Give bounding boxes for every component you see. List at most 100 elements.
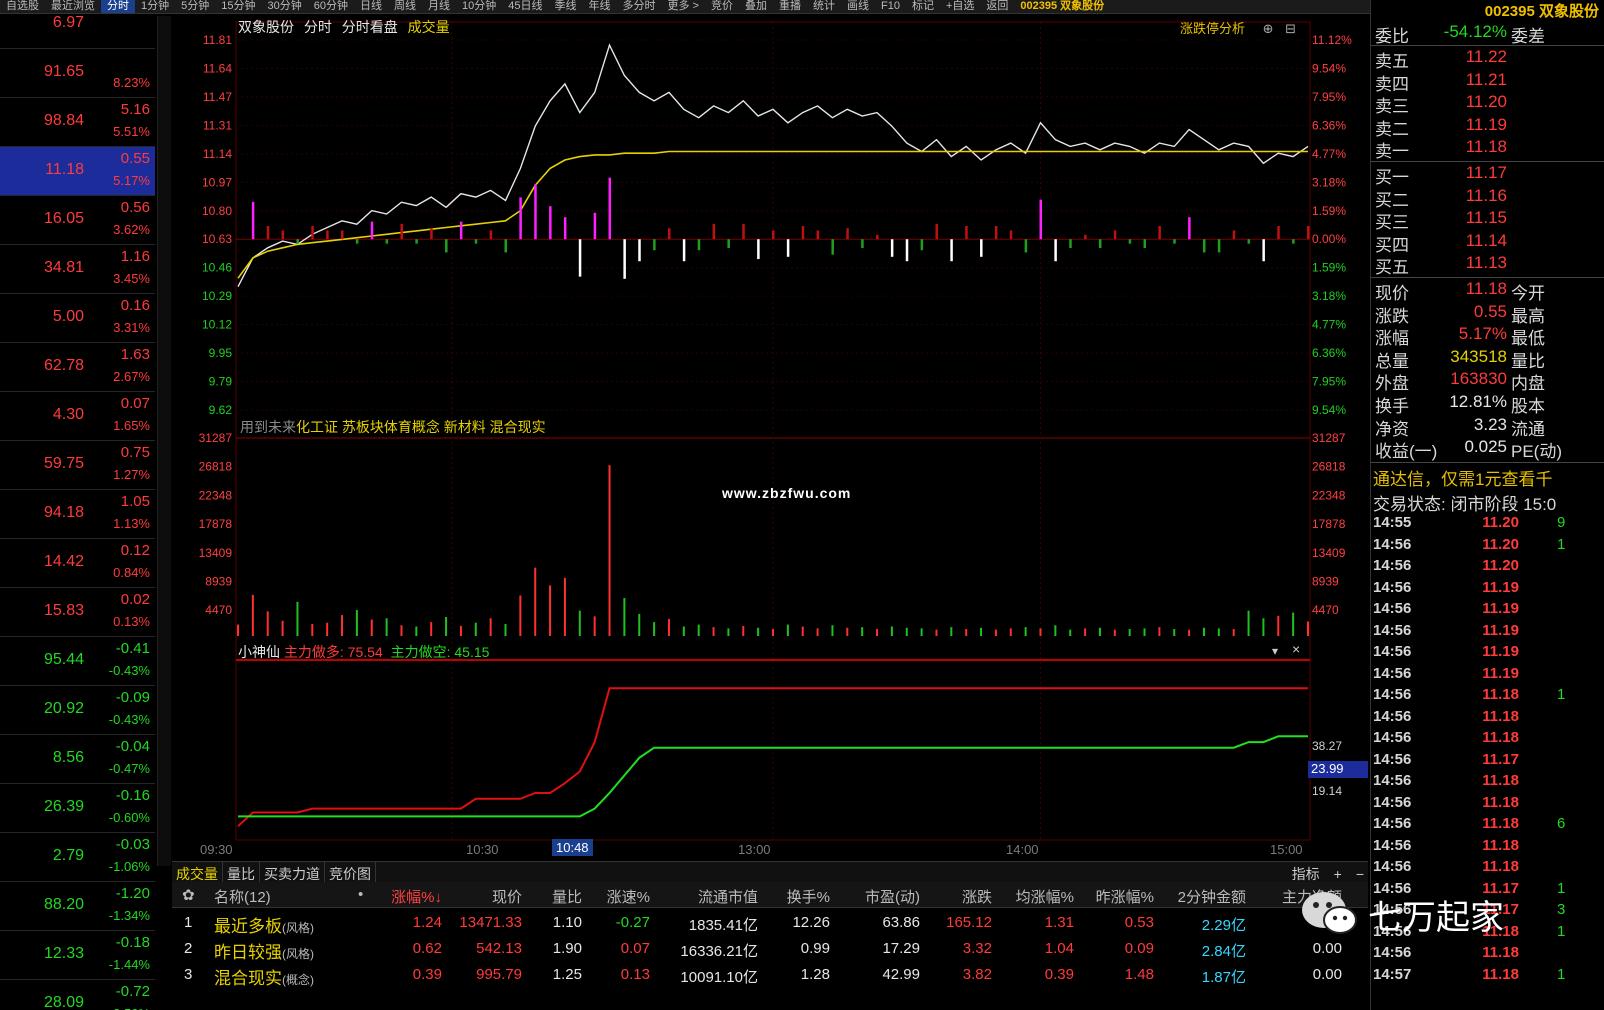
watchlist-row[interactable]: 91.65 8.23% bbox=[0, 49, 155, 98]
menu-item-19[interactable]: 叠加 bbox=[739, 0, 773, 13]
tick-time: 14:56 bbox=[1373, 557, 1412, 574]
close-icon[interactable]: ⊟ bbox=[1285, 21, 1296, 36]
intraday-chart[interactable]: 11.81 11.64 11.47 11.31 11.14 10.97 10.80 10.63… bbox=[172, 14, 1368, 866]
menu-item-9[interactable]: 日线 bbox=[354, 0, 388, 13]
watchlist-price: 20.92 bbox=[43, 700, 84, 717]
tab-button-1[interactable]: + bbox=[1334, 866, 1342, 882]
watchlist-row[interactable]: 94.18 1.05 1.13% bbox=[0, 490, 155, 539]
menu-item-24[interactable]: 标记 bbox=[906, 0, 940, 13]
menu-item-16[interactable]: 多分时 bbox=[617, 0, 662, 13]
tick-price: 11.19 bbox=[1482, 643, 1519, 660]
concept-text[interactable]: 化工证 苏板块体育概念 新材料 混合现实 bbox=[296, 419, 546, 435]
volume-tick-label-right: 13409 bbox=[1312, 546, 1346, 560]
cell-avg: 0.39 bbox=[1044, 966, 1074, 983]
tab-button-0[interactable]: 指标 bbox=[1292, 866, 1320, 882]
watchlist-row[interactable]: 2.79 -0.03 -1.06% bbox=[0, 833, 155, 882]
column-header[interactable]: 2分钟金额 bbox=[1178, 886, 1246, 907]
watchlist-row[interactable]: 5.00 0.16 3.31% bbox=[0, 294, 155, 343]
sector-name[interactable]: 最近多板(风格) bbox=[214, 912, 314, 937]
column-header[interactable]: 市盈(动) bbox=[865, 886, 920, 907]
cell-price: 995.79 bbox=[476, 966, 522, 983]
percent-tick-label: 6.36% bbox=[1312, 118, 1346, 132]
indicator-name[interactable]: 小神仙 bbox=[238, 644, 280, 660]
column-header[interactable]: 量比 bbox=[552, 886, 582, 907]
menu-item-12[interactable]: 10分钟 bbox=[456, 0, 502, 13]
watchlist-row[interactable]: 15.83 0.02 0.13% bbox=[0, 588, 155, 637]
stock-code-title: 002395 双象股份 bbox=[1020, 0, 1105, 12]
watchlist-price: 16.05 bbox=[43, 210, 84, 227]
column-header[interactable]: 换手% bbox=[787, 886, 830, 907]
watchlist-row[interactable]: 59.75 0.75 1.27% bbox=[0, 441, 155, 490]
quote-stat: 净资 3.23 流通 bbox=[1371, 415, 1604, 439]
menu-item-26[interactable]: 返回 bbox=[980, 0, 1014, 13]
cursor-time-label: 10:48 bbox=[552, 839, 593, 856]
menu-item-10[interactable]: 周线 bbox=[388, 0, 422, 13]
column-header[interactable]: 现价 bbox=[492, 886, 522, 907]
menu-item-25[interactable]: +自选 bbox=[940, 0, 980, 13]
column-header[interactable]: 流通市值 bbox=[698, 886, 758, 907]
watchlist-row[interactable]: 16.05 0.56 3.62% bbox=[0, 196, 155, 245]
menu-item-5[interactable]: 5分钟 bbox=[175, 0, 215, 13]
column-header[interactable]: 涨速% bbox=[607, 886, 650, 907]
price-tick-label: 11.14 bbox=[203, 147, 232, 161]
settings-gear-icon[interactable]: ✿ bbox=[182, 886, 195, 904]
menu-item-11[interactable]: 月线 bbox=[422, 0, 456, 13]
menu-item-17[interactable]: 更多 > bbox=[662, 0, 705, 13]
menu-item-22[interactable]: 画线 bbox=[841, 0, 875, 13]
menu-item-6[interactable]: 15分钟 bbox=[215, 0, 261, 13]
flow-bar bbox=[742, 223, 745, 240]
watchlist-row[interactable]: 88.20 -1.20 -1.34% bbox=[0, 882, 155, 931]
watchlist-row[interactable]: 20.92 -0.09 -0.43% bbox=[0, 686, 155, 735]
chart-mode-watch[interactable]: 分时看盘 bbox=[342, 19, 398, 35]
menu-item-14[interactable]: 季线 bbox=[549, 0, 583, 13]
menu-item-13[interactable]: 45日线 bbox=[502, 0, 548, 13]
menu-item-21[interactable]: 统计 bbox=[807, 0, 841, 13]
column-header[interactable]: 名称(12) bbox=[214, 886, 271, 907]
sector-name[interactable]: 昨日较强(风格) bbox=[214, 938, 314, 963]
percent-tick-label: 11.12% bbox=[1312, 33, 1352, 47]
ad-banner[interactable]: 通达信，仅需1元查看千 bbox=[1373, 465, 1552, 490]
tab-button-2[interactable]: − bbox=[1356, 866, 1364, 882]
volume-bar bbox=[296, 601, 299, 636]
sell-level-label: 卖四 bbox=[1375, 74, 1409, 94]
table-row[interactable]: 1 最近多板(风格) 1.24 13471.33 1.10 -0.27 1835.41亿 12… bbox=[172, 910, 1368, 936]
watchlist-row[interactable]: 95.44 -0.41 -0.43% bbox=[0, 637, 155, 686]
watchlist-row[interactable]: 12.33 -0.18 -1.44% bbox=[0, 931, 155, 980]
sector-name-text: 昨日较强 bbox=[214, 943, 282, 962]
column-header[interactable]: 均涨幅% bbox=[1016, 886, 1074, 907]
watchlist-row[interactable]: 98.84 5.16 5.51% bbox=[0, 98, 155, 147]
volume-label[interactable]: 成交量 bbox=[408, 19, 450, 35]
indicator-close-icon[interactable]: × bbox=[1292, 641, 1300, 657]
watchlist-percent: -2.50% bbox=[90, 1006, 150, 1010]
menu-item-8[interactable]: 60分钟 bbox=[308, 0, 354, 13]
watchlist-row[interactable]: 34.81 1.16 3.45% bbox=[0, 245, 155, 294]
column-header[interactable]: 涨幅%↓ bbox=[391, 886, 442, 907]
sector-name[interactable]: 混合现实(概念) bbox=[214, 964, 314, 989]
watchlist-row[interactable]: 11.18 0.55 5.17% bbox=[0, 147, 155, 196]
settings-icon[interactable]: ⊕ bbox=[1263, 21, 1274, 36]
indicator-legend: 小神仙 主力做多: 75.54 主力做空: 45.15 bbox=[238, 642, 489, 662]
watchlist-row[interactable]: 62.78 1.63 2.67% bbox=[0, 343, 155, 392]
column-header[interactable]: 昨涨幅% bbox=[1096, 886, 1154, 907]
chart-mode[interactable]: 分时 bbox=[304, 19, 332, 35]
watchlist-row[interactable]: 4.30 0.07 1.65% bbox=[0, 392, 155, 441]
watchlist-row[interactable]: 26.39 -0.16 -0.60% bbox=[0, 784, 155, 833]
watchlist-row[interactable]: 14.42 0.12 0.84% bbox=[0, 539, 155, 588]
indicator-dropdown-icon[interactable]: ▾ bbox=[1272, 644, 1278, 658]
watchlist-row[interactable]: 28.09 -0.72 -2.50% bbox=[0, 980, 155, 1010]
menu-item-23[interactable]: F10 bbox=[875, 0, 906, 13]
table-row[interactable]: 2 昨日较强(风格) 0.62 542.13 1.90 0.07 16336.21亿 0.99… bbox=[172, 936, 1368, 962]
menu-item-18[interactable]: 竞价 bbox=[705, 0, 739, 13]
chart-canvas[interactable]: 11.81 11.64 11.47 11.31 11.14 10.97 10.80 10.63… bbox=[172, 14, 1368, 866]
table-row[interactable]: 3 混合现实(概念) 0.39 995.79 1.25 0.13 10091.10亿 1.28… bbox=[172, 962, 1368, 988]
column-header[interactable]: 涨跌 bbox=[962, 886, 992, 907]
flow-bar bbox=[341, 230, 344, 240]
column-header[interactable]: • bbox=[358, 886, 363, 903]
menu-item-15[interactable]: 年线 bbox=[583, 0, 617, 13]
watchlist-scrollbar[interactable] bbox=[157, 16, 171, 866]
menu-item-20[interactable]: 重播 bbox=[773, 0, 807, 13]
watchlist-row[interactable]: 6.97 bbox=[0, 0, 155, 49]
watchlist-row[interactable]: 8.56 -0.04 -0.47% bbox=[0, 735, 155, 784]
menu-item-7[interactable]: 30分钟 bbox=[262, 0, 308, 13]
limit-analysis-button[interactable]: 涨跌停分析 ⊕ ⊟ bbox=[1180, 18, 1296, 37]
